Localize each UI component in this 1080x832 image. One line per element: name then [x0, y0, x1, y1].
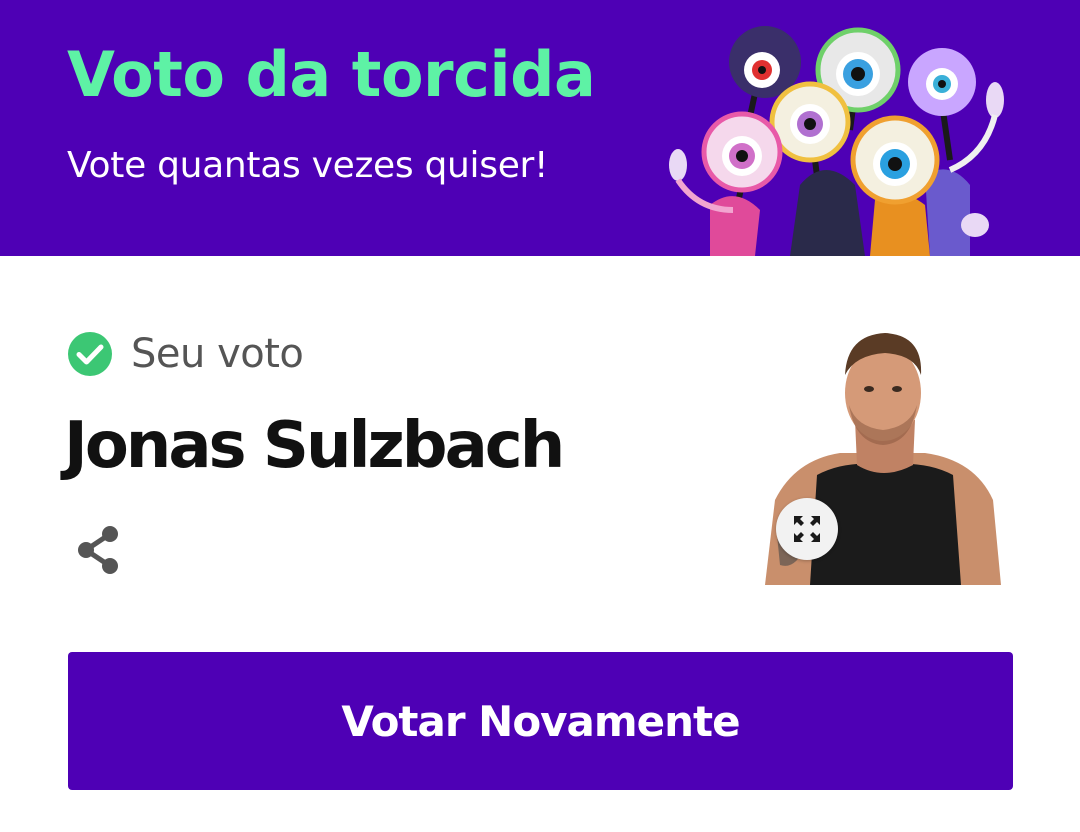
vote-again-button[interactable]: Votar Novamente — [68, 652, 1013, 790]
candidate-name: Jonas Sulzbach — [64, 409, 565, 483]
banner: Voto da torcida Vote quantas vezes quise… — [0, 0, 1080, 256]
mascots-illustration — [669, 26, 1004, 256]
vote-status: Seu voto — [67, 328, 304, 380]
share-button[interactable] — [70, 522, 126, 578]
banner-subtitle: Vote quantas vezes quiser! — [67, 145, 549, 186]
expand-photo-button[interactable] — [776, 498, 838, 560]
expand-icon — [794, 516, 820, 542]
share-icon — [78, 526, 118, 574]
vote-result-page: Voto da torcida Vote quantas vezes quise… — [0, 0, 1080, 832]
check-circle-icon — [68, 332, 112, 376]
vote-status-label: Seu voto — [131, 331, 304, 377]
banner-title: Voto da torcida — [67, 38, 596, 111]
